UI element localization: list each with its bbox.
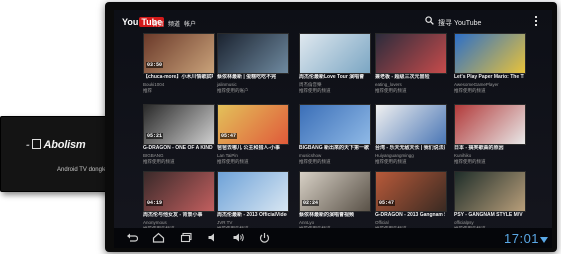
overflow-menu-icon[interactable] [534,16,538,28]
video-channel: jalinmusic [217,82,237,87]
dongle-caption: Android TV dongle [57,167,107,173]
video-card[interactable]: 兼老板 - 超级三次元冒险 eating_lovers 推荐使用的频道 [375,33,447,95]
video-thumbnail[interactable] [217,171,289,212]
video-channel: officialpsy [454,220,474,225]
video-card[interactable]: 台湾 - 乐天无敌天长 | 我们说法是做朋友 Huiyanguangmingg推荐… [375,104,447,166]
video-card[interactable]: 周杰伦最新 - 2013 OfficialVideoJVR TV推荐使用的频道 [217,171,289,233]
recent-apps-icon[interactable] [180,232,193,243]
video-thumbnail[interactable] [454,104,526,145]
video-title[interactable]: 蔡依林最新的演唱會视频 [299,212,369,218]
status-clock: 17:01 [504,231,540,246]
dongle-brand-logo: - Abolism [26,139,86,151]
video-recommendation-note: 推荐使用的频道 [375,88,407,93]
video-title[interactable]: Let's Play Paper Mario: The Thousand Yea… [454,74,524,80]
video-card[interactable]: 04:19周杰伦与他女友 - 背景小事Anonymous推荐使用的频道 [143,171,215,233]
nav-link-channels[interactable]: 频道 [168,19,180,28]
video-title[interactable]: G-DRAGON - 2013 Gangnam Style Dance [375,212,445,218]
video-card[interactable]: 周杰伦最新Love Tour 演唱會 周杰倫音樂 推荐使用的频道 [299,33,371,95]
video-card[interactable]: 05:47 G-DRAGON - 2013 Gangnam Style Dance… [375,171,447,233]
android-system-bar: 17:01 [114,228,552,248]
video-thumbnail[interactable]: 05:47 [375,171,447,212]
video-title[interactable]: 台湾 - 乐天无敌天长 | 我们说法是做朋友 [375,145,445,151]
video-recommendation-note: 推荐使用的账户 [217,88,249,93]
search-input[interactable]: 搜寻 YouTube [438,18,481,28]
video-channel: Official [375,220,389,225]
video-channel: Anonymous [143,220,167,225]
video-card[interactable]: 05:21 G-DRAGON - ONE OF A KIND M/V BIGBANG… [143,104,215,166]
video-duration: 02:24 [302,200,320,206]
video-thumbnail[interactable] [299,33,371,74]
nav-link-home[interactable]: 首页 [152,19,164,28]
back-icon[interactable] [126,232,138,243]
video-recommendation-note: 推荐使用的频道 [454,88,486,93]
video-channel: AwesomeGamePlayer [454,82,499,87]
power-icon[interactable] [259,232,270,244]
video-channel: JVR TV [217,220,233,225]
video-thumbnail[interactable] [454,33,526,74]
video-recommendation-note: 推荐使用的频道 [217,159,249,164]
video-channel: Huiyanguangmingg [375,153,414,158]
video-duration: 03:50 [146,62,164,68]
video-recommendation-note: 推荐使用的频道 [375,159,407,164]
video-thumbnail[interactable]: 03:50 [143,33,215,74]
video-recommendation-note: 推荐使用的频道 [299,88,331,93]
video-title[interactable]: G-DRAGON - ONE OF A KIND M/V [143,145,213,151]
video-card[interactable]: PSY - GANGNAM STYLE M/V by Daddy official… [454,171,526,233]
home-icon[interactable] [152,232,165,243]
video-title[interactable]: BIGBANG 新出來的天下第一歌曲 2013 [299,145,369,151]
video-channel: eating_lovers [375,82,402,87]
volume-down-icon[interactable] [207,232,218,243]
video-channel: AnnLyo [299,220,315,225]
video-title[interactable]: 周杰伦最新 - 2013 OfficialVideo [217,212,287,218]
video-thumbnail[interactable]: 04:19 [143,171,215,212]
video-thumbnail[interactable]: 02:24 [299,171,371,212]
video-duration: 05:47 [378,200,396,206]
video-channel: Lan TaiPin [217,153,238,158]
volume-up-icon[interactable] [232,232,245,243]
hdmi-dongle-device: - Abolism Android TV dongle [0,116,109,192]
video-channel: Kunihiko [454,153,472,158]
search-icon[interactable] [425,16,434,25]
video-thumbnail[interactable] [217,33,289,74]
video-title[interactable]: 爸爸去哪儿 公主和猎人-小事 [217,145,287,151]
video-thumbnail[interactable] [375,33,447,74]
video-thumbnail[interactable]: 05:21 [143,104,215,145]
video-thumbnail[interactable] [299,104,371,145]
video-card[interactable]: 05:47 爸爸去哪儿 公主和猎人-小事 Lan TaiPin 推荐使用的频道 [217,104,289,166]
video-title[interactable]: 【chuca-more】小木川情歌試唱的一名其他 [143,74,213,80]
video-card[interactable]: 蔡依林最新 | 蛋糕吃吃不完 jalinmusic 推荐使用的账户 [217,33,289,95]
video-channel: Bouki1004 [143,82,165,87]
video-card[interactable]: 日本 - 搞笑歌曲的原因 Kunihiko 推荐使用的频道 [454,104,526,166]
video-duration: 05:21 [146,133,164,139]
video-channel: BIGBANG [143,153,164,158]
video-thumbnail[interactable]: 05:47 [217,104,289,145]
app-top-bar: You Tube 首页 频道 帐户 搜寻 YouTube [114,10,552,34]
video-title[interactable]: 蔡依林最新 | 蛋糕吃吃不完 [217,74,287,80]
video-title[interactable]: 周杰伦最新Love Tour 演唱會 [299,74,369,80]
video-channel: musicshow [299,153,322,158]
video-title[interactable]: PSY - GANGNAM STYLE M/V by Daddy [454,212,524,218]
video-recommendation-note: 推荐使用的频道 [454,159,486,164]
video-duration: 05:47 [220,133,238,139]
video-title[interactable]: 日本 - 搞笑歌曲的原因 [454,145,524,151]
video-recommendation-note: 推荐 [143,88,152,93]
video-card[interactable]: 02:24蔡依林最新的演唱會视频AnnLyo推荐使用的频道 [299,171,371,233]
video-card[interactable]: BIGBANG 新出來的天下第一歌曲 2013 musicshow推荐使用的频道 [299,104,371,166]
video-thumbnail[interactable] [375,104,447,145]
video-recommendation-note: 推荐使用的频道 [143,159,175,164]
video-card[interactable]: 03:50 【chuca-more】小木川情歌試唱的一名其他 Bouki1004推荐 [143,33,215,95]
video-thumbnail[interactable] [454,171,526,212]
video-recommendation-note: 推荐使用的频道 [299,159,331,164]
video-duration: 04:19 [146,200,164,206]
video-title[interactable]: 兼老板 - 超级三次元冒险 [375,74,445,80]
wifi-icon [540,237,548,243]
youtube-app-screen: You Tube 首页 频道 帐户 搜寻 YouTube 03:50 【chuca-… [114,10,552,248]
nav-link-account[interactable]: 帐户 [184,19,196,28]
video-title[interactable]: 周杰伦与他女友 - 背景小事 [143,212,213,218]
video-card[interactable]: Let's Play Paper Mario: The Thousand Yea… [454,33,526,95]
